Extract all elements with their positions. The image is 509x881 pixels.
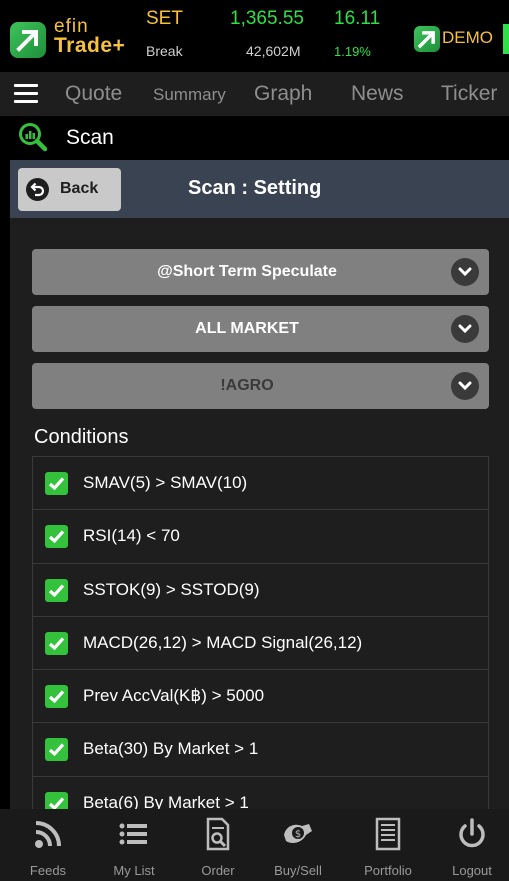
menu-item-quote[interactable]: Quote [65, 82, 122, 106]
back-button[interactable]: Back [18, 168, 121, 211]
market-status: Break [146, 43, 183, 59]
condition-row[interactable]: Beta(6) By Market > 1 [33, 777, 488, 810]
scan-title: Scan [66, 126, 114, 149]
nav-order-label: Order [201, 863, 235, 878]
back-button-label: Back [60, 180, 99, 197]
nav-buy-sell-label: Buy/Sell [274, 863, 322, 878]
strategy-dropdown-value: @Short Term Speculate [157, 263, 337, 280]
chevron-down-icon [451, 258, 479, 286]
strategy-dropdown[interactable]: @Short Term Speculate [32, 249, 489, 295]
demo-label: DEMO [442, 28, 493, 47]
checkbox-checked-icon[interactable] [45, 791, 68, 810]
condition-row[interactable]: SSTOK(9) > SSTOD(9) [33, 564, 488, 617]
bottom-nav: Feeds My List Order $ Buy/Sell Portfolio… [0, 809, 509, 881]
checkbox-checked-icon[interactable] [45, 738, 68, 762]
condition-text: SMAV(5) > SMAV(10) [83, 473, 248, 492]
scan-magnifier-icon [19, 123, 48, 152]
chevron-down-icon [451, 315, 479, 343]
portfolio-icon [375, 817, 401, 851]
condition-text: MACD(26,12) > MACD Signal(26,12) [83, 632, 363, 652]
condition-row[interactable]: SMAV(5) > SMAV(10) [33, 457, 488, 511]
demo-indicator [503, 24, 509, 54]
demo-badge[interactable]: DEMO [414, 24, 509, 54]
rss-icon [35, 821, 61, 848]
power-icon [459, 818, 485, 848]
demo-arrow-icon [414, 26, 440, 52]
nav-my-list-label: My List [113, 863, 155, 878]
condition-row[interactable]: Beta(30) By Market > 1 [33, 723, 488, 777]
sector-dropdown[interactable]: !AGRO [32, 363, 489, 409]
nav-buy-sell[interactable]: $ Buy/Sell [256, 809, 340, 881]
scan-setting-panel: Back Scan : Setting @Short Term Speculat… [10, 160, 509, 810]
condition-text: Beta(30) By Market > 1 [83, 739, 259, 759]
nav-logout[interactable]: Logout [430, 809, 509, 881]
nav-portfolio-label: Portfolio [364, 863, 412, 878]
back-arrow-icon [26, 178, 49, 201]
checkbox-checked-icon[interactable] [45, 578, 68, 602]
buy-sell-icon: $ [284, 824, 312, 843]
conditions-list: SMAV(5) > SMAV(10) RSI(14) < 70 SSTOK(9)… [32, 456, 489, 810]
svg-text:$: $ [295, 829, 301, 840]
checkbox-checked-icon[interactable] [45, 525, 68, 549]
logo-trade-text: Trade+ [54, 34, 126, 57]
condition-text: SSTOK(9) > SSTOD(9) [83, 579, 260, 599]
menu-item-ticker[interactable]: Ticker [441, 82, 497, 106]
checkbox-checked-icon[interactable] [45, 631, 68, 655]
index-change: 16.11 [334, 8, 381, 29]
checkbox-checked-icon[interactable] [45, 472, 68, 495]
chevron-down-icon [451, 372, 479, 400]
condition-text: Beta(6) By Market > 1 [83, 792, 249, 810]
conditions-heading: Conditions [34, 426, 129, 448]
nav-portfolio[interactable]: Portfolio [346, 809, 430, 881]
list-icon [119, 823, 147, 845]
condition-text: Prev AccVal(K฿) > 5000 [83, 686, 265, 706]
market-dropdown-value: ALL MARKET [195, 320, 299, 337]
condition-row[interactable]: Prev AccVal(K฿) > 5000 [33, 670, 488, 724]
index-volume: 42,602M [246, 43, 301, 59]
nav-feeds-label: Feeds [29, 863, 67, 878]
sector-dropdown-value: !AGRO [220, 377, 274, 394]
index-value: 1,365.55 [230, 8, 304, 29]
index-name: SET [146, 8, 183, 29]
setting-subheader: Back Scan : Setting [10, 160, 509, 218]
checkbox-checked-icon[interactable] [45, 685, 68, 709]
nav-feeds[interactable]: Feeds [6, 809, 90, 881]
menu-item-summary[interactable]: Summary [153, 85, 226, 105]
condition-row[interactable]: MACD(26,12) > MACD Signal(26,12) [33, 617, 488, 671]
index-change-pct: 1.19% [334, 44, 371, 59]
market-dropdown[interactable]: ALL MARKET [32, 306, 489, 352]
order-icon [206, 817, 230, 851]
hamburger-menu-icon[interactable] [14, 84, 38, 104]
screen-title: Scan : Setting [188, 177, 322, 199]
efin-trade-logo: efin Trade+ [10, 14, 138, 60]
menu-item-graph[interactable]: Graph [254, 82, 312, 106]
nav-order[interactable]: Order [176, 809, 260, 881]
main-menu-bar: Quote Summary Graph News Ticker [0, 72, 509, 116]
scan-title-bar: Scan [0, 116, 509, 160]
nav-logout-label: Logout [452, 863, 492, 878]
top-header: efin Trade+ SET Break 1,365.55 42,602M 1… [0, 0, 509, 72]
logo-arrow-icon [10, 22, 46, 58]
condition-row[interactable]: RSI(14) < 70 [33, 510, 488, 564]
menu-item-news[interactable]: News [351, 82, 404, 106]
nav-my-list[interactable]: My List [92, 809, 176, 881]
condition-text: RSI(14) < 70 [83, 526, 180, 546]
